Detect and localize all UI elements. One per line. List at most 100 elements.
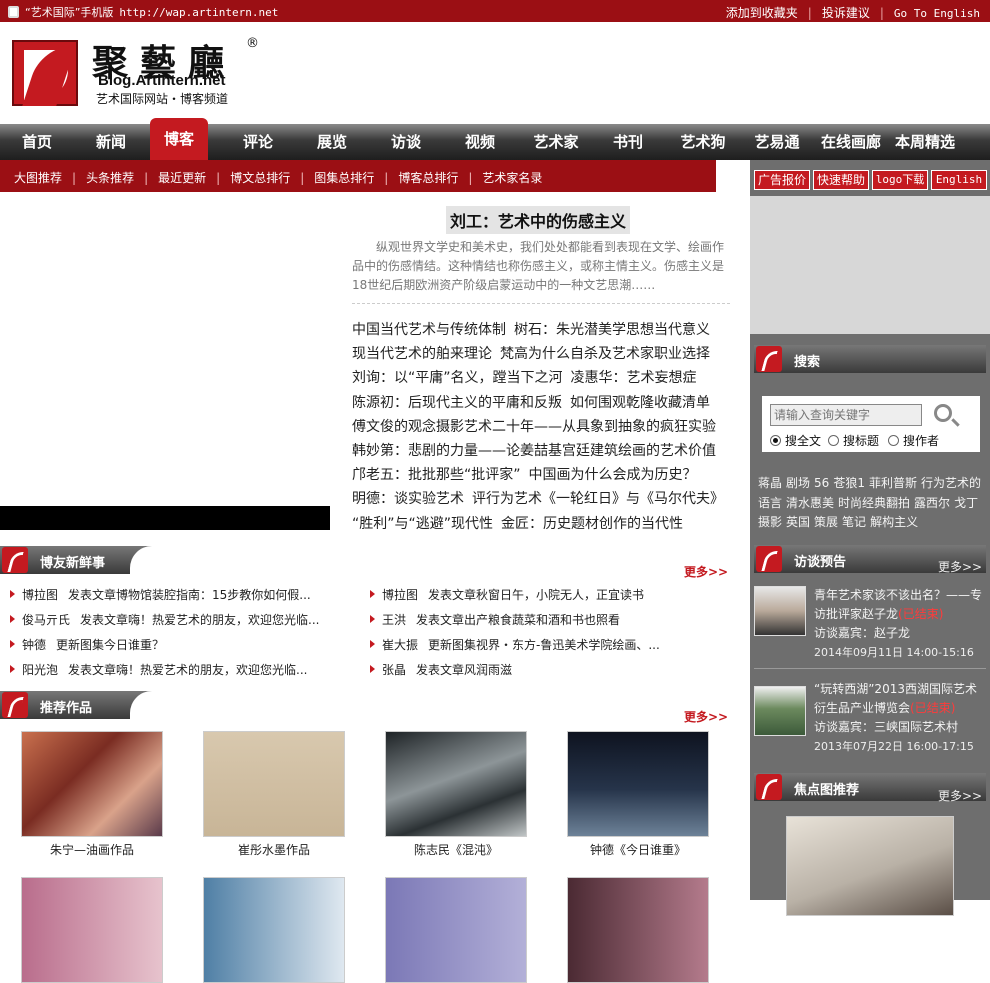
nav-yiyitong[interactable]: 艺易通: [746, 124, 808, 160]
article-link[interactable]: 现当代艺术的舶来理论: [352, 346, 492, 362]
news-author[interactable]: 王洪: [382, 613, 406, 627]
tag-link[interactable]: 策展: [814, 515, 838, 529]
article-link[interactable]: 刘询：以“平庸”名义，蹚当下之河: [352, 370, 563, 386]
work-card[interactable]: 朱宁—油画作品: [21, 731, 163, 858]
work-card[interactable]: [203, 877, 345, 983]
article-link[interactable]: 中国当代艺术与传统体制: [352, 322, 506, 338]
add-favorite-link[interactable]: 添加到收藏夹: [726, 6, 798, 20]
work-card[interactable]: 崔彤水墨作品: [203, 731, 345, 858]
subnav-artist-list[interactable]: 艺术家名录: [482, 171, 542, 185]
news-text[interactable]: 发表文章博物馆装腔指南：15步教你如何假...: [68, 588, 311, 602]
english-link[interactable]: Go To English: [894, 7, 980, 20]
interviews-more-link[interactable]: 更多>>: [938, 558, 982, 575]
work-caption[interactable]: 朱宁—油画作品: [21, 841, 163, 858]
tag-link[interactable]: 菲利普斯: [869, 476, 917, 490]
nav-artist[interactable]: 艺术家: [526, 124, 586, 160]
work-card[interactable]: 陈志民《混沌》: [385, 731, 527, 858]
ad-price-button[interactable]: 广告报价: [754, 170, 810, 190]
work-caption[interactable]: 陈志民《混沌》: [385, 841, 527, 858]
subnav-headline[interactable]: 头条推荐: [86, 171, 134, 185]
news-text[interactable]: 发表文章嗨！热爱艺术的朋友，欢迎您光临...: [68, 663, 307, 677]
news-author[interactable]: 俊马亓氏: [22, 613, 70, 627]
article-link[interactable]: 傅文俊的观念摄影艺术二十年——从具象到抽象的疯狂实验: [352, 419, 716, 435]
news-text[interactable]: 更新图集今日谁重？: [56, 638, 164, 652]
news-item[interactable]: 钟德 更新图集今日谁重？: [10, 636, 164, 653]
work-card[interactable]: [385, 877, 527, 983]
interview-item[interactable]: “玩转西湖”2013西湖国际艺术衍生品产业博览会(已结束) 访谈嘉宾：三峡国际艺…: [754, 680, 986, 766]
news-text[interactable]: 发表文章出产粮食蔬菜和酒和书也照看: [416, 613, 620, 627]
works-more-link[interactable]: 更多>>: [684, 708, 728, 725]
article-link[interactable]: 明德：谈实验艺术: [352, 491, 464, 507]
news-item[interactable]: 博拉图 发表文章博物馆装腔指南：15步教你如何假...: [10, 586, 311, 603]
tag-link[interactable]: 剧场: [786, 476, 810, 490]
interview-item[interactable]: 青年艺术家该不该出名？——专访批评家赵子龙(已结束) 访谈嘉宾：赵子龙 2014…: [754, 586, 986, 672]
focus-image[interactable]: [786, 816, 954, 916]
nav-blog[interactable]: 博客: [150, 118, 208, 160]
tag-link[interactable]: 时尚经典翻拍: [838, 496, 910, 510]
work-card[interactable]: 钟德《今日谁重》: [567, 731, 709, 858]
radio-fulltext[interactable]: 搜全文: [770, 432, 821, 449]
news-text[interactable]: 发表文章风润雨滋: [416, 663, 512, 677]
news-item[interactable]: 阳光泡 发表文章嗨！热爱艺术的朋友，欢迎您光临...: [10, 661, 307, 678]
nav-weekly[interactable]: 本周精选: [890, 124, 960, 160]
search-icon[interactable]: [934, 404, 952, 422]
focus-more-link[interactable]: 更多>>: [938, 787, 982, 804]
news-text[interactable]: 发表文章嗨！热爱艺术的朋友，欢迎您光临...: [80, 613, 319, 627]
feature-title[interactable]: 刘工：艺术中的伤感主义: [446, 206, 631, 234]
article-link[interactable]: 如何围观乾隆收藏清单: [570, 395, 710, 411]
tag-link[interactable]: 苍狼1: [833, 476, 865, 490]
tag-link[interactable]: 清水惠美: [786, 496, 834, 510]
news-item[interactable]: 张晶 发表文章风润雨滋: [370, 661, 512, 678]
work-image[interactable]: [385, 877, 527, 983]
article-link[interactable]: 陈源初：后现代主义的平庸和反叛: [352, 395, 562, 411]
work-image[interactable]: [385, 731, 527, 837]
subnav-recent[interactable]: 最近更新: [158, 171, 206, 185]
interview-thumbnail[interactable]: [754, 686, 806, 736]
mobile-link[interactable]: “艺术国际”手机版 http://wap.artintern.net: [8, 4, 278, 20]
interview-thumbnail[interactable]: [754, 586, 806, 636]
work-image[interactable]: [567, 877, 709, 983]
nav-artdog[interactable]: 艺术狗: [670, 124, 736, 160]
subnav-big-image[interactable]: 大图推荐: [14, 171, 62, 185]
english-button[interactable]: English: [931, 170, 987, 190]
news-author[interactable]: 博拉图: [22, 588, 58, 602]
news-author[interactable]: 张晶: [382, 663, 406, 677]
tag-link[interactable]: 解构主义: [870, 515, 918, 529]
news-item[interactable]: 王洪 发表文章出产粮食蔬菜和酒和书也照看: [370, 611, 620, 628]
search-input[interactable]: [770, 404, 922, 426]
news-item[interactable]: 博拉图 发表文章秋窗日午，小院无人，正宜读书: [370, 586, 644, 603]
subnav-blog-rank[interactable]: 博客总排行: [398, 171, 458, 185]
tag-link[interactable]: 英国: [786, 515, 810, 529]
article-link[interactable]: “胜利”与“逃避”现代性: [352, 516, 493, 532]
article-link[interactable]: 邝老五：批批那些“批评家”: [352, 467, 521, 483]
work-image[interactable]: [203, 731, 345, 837]
radio-author[interactable]: 搜作者: [888, 432, 939, 449]
logo-download-button[interactable]: logo下载: [872, 170, 928, 190]
news-text[interactable]: 更新图集视界・东方-鲁迅美术学院绘画、...: [428, 638, 660, 652]
logo-icon[interactable]: [12, 40, 78, 106]
work-image[interactable]: [21, 877, 163, 983]
radio-title[interactable]: 搜标题: [828, 432, 879, 449]
tag-link[interactable]: 56: [814, 476, 829, 490]
nav-news[interactable]: 新闻: [84, 124, 138, 160]
article-link[interactable]: 树石：朱光潜美学思想当代意义: [514, 322, 710, 338]
work-card[interactable]: [21, 877, 163, 983]
news-text[interactable]: 发表文章秋窗日午，小院无人，正宜读书: [428, 588, 644, 602]
news-more-link[interactable]: 更多>>: [684, 563, 728, 580]
nav-interview[interactable]: 访谈: [378, 124, 434, 160]
news-author[interactable]: 博拉图: [382, 588, 418, 602]
article-link[interactable]: 凌惠华：艺术妄想症: [571, 370, 697, 386]
nav-exhibition[interactable]: 展览: [304, 124, 360, 160]
quick-help-button[interactable]: 快速帮助: [813, 170, 869, 190]
article-link[interactable]: 中国画为什么会成为历史？: [529, 467, 697, 483]
work-caption[interactable]: 崔彤水墨作品: [203, 841, 345, 858]
article-link[interactable]: 金匠：历史题材创作的当代性: [501, 516, 683, 532]
news-item[interactable]: 俊马亓氏 发表文章嗨！热爱艺术的朋友，欢迎您光临...: [10, 611, 319, 628]
work-image[interactable]: [567, 731, 709, 837]
work-card[interactable]: [567, 877, 709, 983]
tag-link[interactable]: 笔记: [842, 515, 866, 529]
work-image[interactable]: [21, 731, 163, 837]
work-image[interactable]: [203, 877, 345, 983]
nav-books[interactable]: 书刊: [600, 124, 656, 160]
feedback-link[interactable]: 投诉建议: [822, 6, 870, 20]
